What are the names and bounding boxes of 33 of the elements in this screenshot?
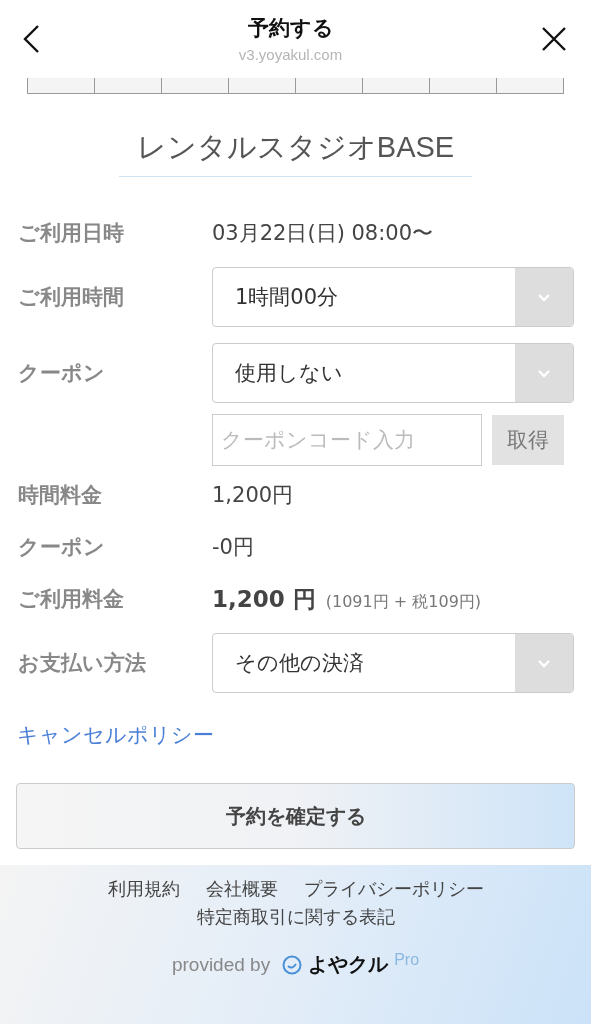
footer-link[interactable]: 会社概要 (205, 877, 278, 901)
select-field[interactable]: 使用しない (212, 343, 574, 403)
back-icon[interactable] (22, 24, 40, 54)
total-price: 1,200 円 (212, 584, 316, 614)
close-icon[interactable] (541, 26, 567, 52)
smiley-icon (282, 954, 303, 975)
price-breakdown: (1091円 + 税109円) (325, 591, 482, 613)
field-label: 時間料金 (18, 482, 103, 509)
select-field[interactable]: その他の決済 (212, 633, 574, 693)
page-title: 予約する (247, 14, 334, 42)
field-value: 1,200円 (212, 482, 294, 509)
provided-by-text: provided by (171, 953, 271, 976)
logo-suffix: Pro (394, 951, 420, 969)
logo-text: よやクル (308, 951, 389, 978)
field-label: お支払い方法 (18, 650, 147, 677)
field-label: ご利用料金 (18, 586, 125, 613)
chevron-down-icon (537, 292, 551, 302)
footer-link[interactable]: プライバシーポリシー (303, 877, 484, 901)
field-label: ご利用時間 (18, 284, 125, 311)
select-field[interactable]: 1時間00分 (212, 267, 574, 327)
footer-link[interactable]: 特定商取引に関する表記 (196, 905, 395, 929)
confirm-button[interactable]: 予約を確定する (16, 783, 575, 849)
field-label: クーポン (18, 360, 106, 387)
field-value: -0円 (212, 534, 254, 561)
field-value: 03月22日(日) 08:00〜 (212, 220, 434, 247)
studio-name: レンタルスタジオBASE (118, 128, 473, 177)
cancel-policy-link[interactable]: キャンセルポリシー (17, 721, 214, 749)
site-url: v3.yoyakul.com (238, 45, 343, 63)
chevron-down-icon (537, 368, 551, 378)
footer-link[interactable]: 利用規約 (107, 877, 180, 901)
chevron-down-icon (537, 658, 551, 668)
field-label: クーポン (18, 534, 106, 561)
field-label: ご利用日時 (18, 220, 125, 247)
